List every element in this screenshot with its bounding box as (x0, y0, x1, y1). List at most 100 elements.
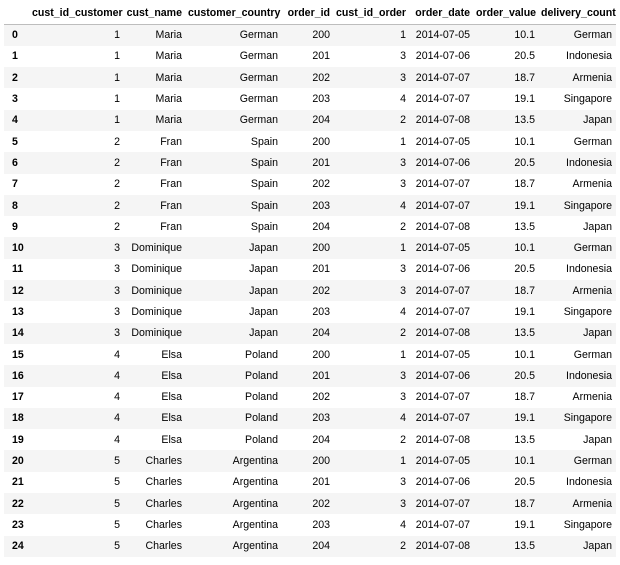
table-row: 20 5 Charles Argentina 200 1 2014-07-05 10.1 Ger… (4, 450, 616, 472)
table-cell: 202 (312, 497, 330, 510)
table-row: 15 4 Elsa Poland 200 1 2014-07-05 10.1 German (4, 343, 616, 366)
table-cell: 19.1 (514, 93, 535, 106)
table-cell: 2014-07-06 (415, 476, 470, 489)
table-cell: 3 (114, 306, 120, 318)
table-cell: Poland (245, 348, 278, 361)
row-index: 7 (12, 178, 18, 191)
table-cell: German (573, 135, 612, 148)
row-index: 6 (12, 156, 18, 169)
table-cell: Argentina (232, 476, 278, 489)
table-cell: 204 (312, 220, 330, 233)
table-cell: Fran (160, 178, 182, 191)
dataframe-output: cust_id_customer cust_name customer_coun… (0, 0, 620, 557)
table-cell: 1 (114, 29, 120, 42)
row-index: 11 (12, 263, 24, 276)
table-cell: 1 (114, 50, 120, 63)
table-cell: 3 (114, 242, 120, 255)
table-cell: 2014-07-06 (415, 369, 470, 382)
table-cell: 2014-07-07 (415, 518, 470, 531)
table-cell: 2 (114, 178, 120, 191)
table-cell: 19.1 (514, 412, 535, 425)
table-row: 13 3 Dominique Japan 203 4 2014-07-07 19.1 Singa… (4, 301, 616, 323)
table-cell: Japan (249, 242, 278, 255)
table-cell: 200 (312, 29, 330, 42)
row-index: 20 (12, 455, 24, 468)
table-cell: Maria (155, 114, 183, 127)
row-index: 18 (12, 412, 24, 425)
table-cell: Dominique (131, 306, 182, 318)
row-index: 23 (12, 518, 24, 531)
table-cell: Indonesia (566, 156, 612, 169)
row-index: 5 (12, 135, 18, 148)
table-cell: 2014-07-07 (415, 93, 470, 106)
table-cell: Poland (245, 412, 278, 425)
row-index: 24 (12, 540, 24, 553)
table-cell: German (239, 50, 278, 63)
row-index: 17 (12, 391, 24, 404)
row-index: 16 (12, 369, 24, 382)
table-cell: 4 (114, 391, 120, 404)
table-cell: Elsa (161, 412, 182, 425)
table-cell: Japan (249, 284, 278, 297)
table-cell: 2 (400, 220, 406, 233)
table-cell: 203 (312, 306, 330, 318)
table-cell: Japan (249, 306, 278, 318)
table-cell: Elsa (161, 433, 182, 446)
table-cell: Dominique (131, 263, 182, 276)
table-cell: Singapore (563, 199, 612, 212)
table-cell: 13.5 (514, 433, 535, 446)
table-cell: Spain (250, 135, 278, 148)
table-cell: 3 (400, 178, 406, 191)
row-index: 0 (12, 29, 18, 42)
table-cell: Poland (245, 433, 278, 446)
table-cell: 202 (312, 178, 330, 191)
header-row: cust_id_customer cust_name customer_coun… (4, 2, 616, 25)
table-cell: 20.5 (514, 156, 535, 169)
table-cell: 1 (400, 29, 406, 42)
table-cell: 13.5 (514, 220, 535, 233)
table-row: 16 4 Elsa Poland 201 3 2014-07-06 20.5 Indonesia (4, 365, 616, 387)
index-header (4, 2, 30, 25)
table-row: 2 1 Maria German 202 3 2014-07-07 18.7 Armenia (4, 67, 616, 89)
table-cell: 5 (114, 455, 120, 468)
table-cell: 2014-07-08 (415, 327, 470, 340)
table-cell: German (239, 29, 278, 42)
table-row: 24 5 Charles Argentina 204 2 2014-07-08 13.5 Jap… (4, 535, 616, 557)
table-cell: 4 (114, 433, 120, 446)
table-cell: 4 (114, 369, 120, 382)
table-cell: 18.7 (514, 178, 535, 191)
table-cell: 4 (400, 93, 406, 106)
table-cell: 2 (400, 114, 406, 127)
table-cell: Indonesia (566, 476, 612, 489)
table-cell: 200 (312, 135, 330, 148)
row-index: 8 (12, 199, 18, 212)
table-cell: Japan (583, 114, 612, 127)
table-cell: 202 (312, 284, 330, 297)
table-cell: Spain (250, 220, 278, 233)
table-row: 8 2 Fran Spain 203 4 2014-07-07 19.1 Singapore (4, 194, 616, 217)
table-cell: Argentina (232, 540, 278, 553)
table-cell: 200 (312, 348, 330, 361)
table-cell: 203 (312, 199, 330, 212)
table-cell: Spain (250, 156, 278, 169)
table-cell: Armenia (572, 284, 612, 297)
table-cell: 19.1 (514, 199, 535, 212)
table-cell: 2 (114, 156, 120, 169)
table-cell: 2 (114, 135, 120, 148)
table-cell: 3 (400, 156, 406, 169)
table-cell: Charles (145, 476, 182, 489)
table-cell: 200 (312, 242, 330, 255)
table-row: 22 5 Charles Argentina 202 3 2014-07-07 18.7 Arm… (4, 493, 616, 515)
table-cell: 2014-07-05 (415, 135, 470, 148)
column-header: order_date (410, 2, 474, 25)
table-cell: Singapore (563, 412, 612, 425)
table-cell: 204 (312, 114, 330, 127)
table-cell: 10.1 (514, 242, 535, 255)
table-cell: 2014-07-08 (415, 540, 470, 553)
table-row: 18 4 Elsa Poland 203 4 2014-07-07 19.1 Singapore (4, 407, 616, 430)
table-cell: Spain (250, 199, 278, 212)
table-cell: Elsa (161, 391, 182, 404)
table-cell: 5 (114, 497, 120, 510)
table-cell: 10.1 (514, 455, 535, 468)
table-cell: 19.1 (514, 306, 535, 318)
